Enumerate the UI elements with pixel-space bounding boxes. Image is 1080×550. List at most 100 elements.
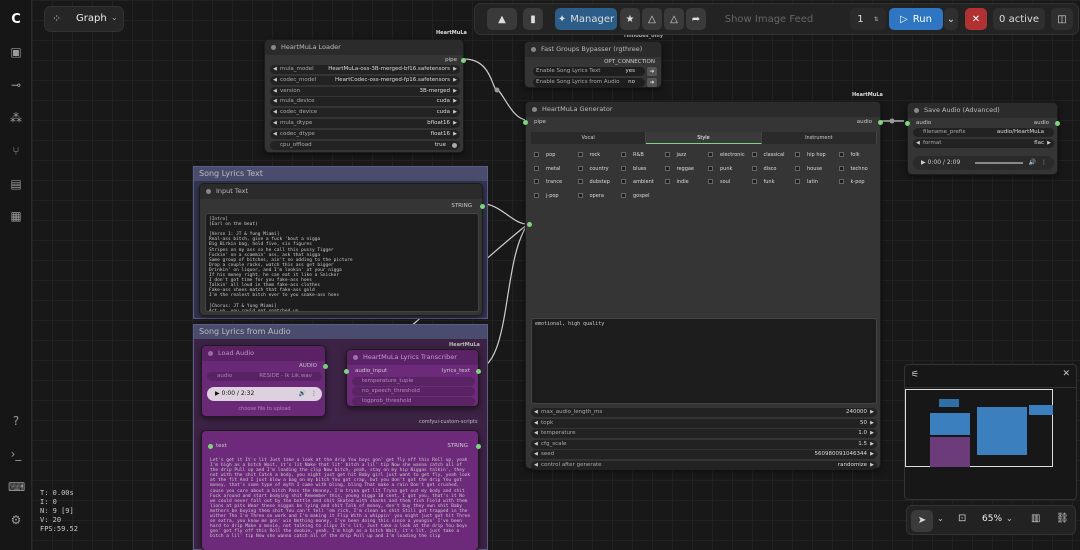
style-checkbox[interactable]: R&B bbox=[621, 152, 644, 158]
style-checkbox[interactable]: classical bbox=[751, 152, 785, 158]
tab-instrument[interactable]: Instrument bbox=[761, 132, 877, 144]
show-image-feed-toggle[interactable]: Show Image Feed bbox=[719, 8, 819, 30]
style-checkbox[interactable]: folk bbox=[838, 152, 860, 158]
input-slot[interactable] bbox=[208, 444, 213, 449]
minimap-settings-icon[interactable]: ⚟ bbox=[911, 370, 919, 380]
style-checkbox[interactable]: house bbox=[795, 165, 822, 172]
keyboard-icon[interactable]: ⌨ bbox=[8, 479, 25, 495]
style-checkbox[interactable]: j-pop bbox=[534, 192, 559, 199]
style-checkbox[interactable]: gospel bbox=[621, 192, 649, 199]
group-song-lyrics-audio[interactable]: Song Lyrics from Audio HeartMuLa Load Au… bbox=[193, 324, 488, 550]
share-icon[interactable]: ➦ bbox=[686, 8, 706, 30]
logo-icon[interactable]: ▲ bbox=[487, 8, 517, 30]
chevron-down-icon[interactable]: ⌄ bbox=[111, 13, 118, 22]
fast-groups-bypasser-node[interactable]: Fast Groups Bypasser (rgthree) OPT_CONNE… bbox=[524, 41, 662, 88]
style-checkbox[interactable]: latin bbox=[795, 179, 818, 185]
arrow-right-icon[interactable]: ➜ bbox=[647, 78, 657, 87]
style-checkbox[interactable]: soul bbox=[708, 179, 730, 185]
heartmula-loader-node[interactable]: HeartMuLa Loader pipe ◀ mula_model HeartMu… bbox=[264, 39, 466, 153]
toggle-enable-lyrics-audio[interactable]: Enable Song Lyrics from Audio no bbox=[533, 78, 645, 87]
chevron-down-icon[interactable]: ⌄ bbox=[1006, 514, 1013, 523]
audio-player[interactable]: ▶ 0:00 / 2:09 🔊 ⋮ bbox=[913, 156, 1054, 170]
bookmark-icon[interactable]: ▮ bbox=[523, 8, 543, 30]
load-audio-node[interactable]: Load Audio AUDIO audio RESIDE - Ik Lik.wa… bbox=[201, 345, 328, 417]
active-queue-button[interactable]: 0 active bbox=[993, 8, 1045, 30]
style-checkbox[interactable]: opera bbox=[577, 192, 604, 199]
style-checkbox[interactable]: pop bbox=[534, 152, 555, 158]
settings-gear-icon[interactable]: ⚙ bbox=[8, 512, 24, 528]
toggle-enable-lyrics-text[interactable]: Enable Song Lyrics Text yes bbox=[533, 67, 645, 76]
panel-toggle-icon[interactable]: ◫ bbox=[1051, 8, 1073, 30]
cancel-x-icon[interactable]: ✕ bbox=[965, 8, 987, 30]
audio-file-select[interactable]: audio RESIDE - Ik Lik.wav bbox=[207, 372, 322, 381]
heartmula-generator-node[interactable]: HeartMuLa Generator pipe audio Vocal Sty… bbox=[523, 101, 883, 470]
output-slot[interactable] bbox=[323, 364, 328, 369]
lyrics-transcriber-node[interactable]: HeartMuLa Lyrics Transcriber audio_input… bbox=[344, 349, 481, 407]
comfy-logo-icon[interactable]: C bbox=[8, 12, 24, 28]
triangle-alt-icon[interactable]: △ bbox=[664, 8, 684, 30]
transcribe-widget[interactable]: logprob_threshold bbox=[352, 397, 475, 406]
style-checkbox[interactable]: hip hop bbox=[795, 152, 826, 158]
style-checkbox[interactable]: electronic bbox=[708, 152, 745, 158]
templates-icon[interactable]: ▦ bbox=[8, 208, 24, 224]
loader-widget[interactable]: ◀ version 3B-merged ▶ bbox=[270, 86, 460, 96]
star-icon[interactable]: ★ bbox=[620, 8, 640, 30]
transcribe-widget[interactable]: temperature_tuple bbox=[352, 377, 475, 386]
triangle-icon[interactable]: △ bbox=[642, 8, 662, 30]
link-visibility-icon[interactable]: ⛓ bbox=[1056, 513, 1069, 524]
style-checkbox[interactable]: disco bbox=[751, 165, 776, 172]
help-icon[interactable]: ? bbox=[8, 413, 24, 429]
input-slot[interactable] bbox=[905, 121, 910, 126]
run-button[interactable]: ▷ Run bbox=[889, 8, 943, 30]
input-slot[interactable] bbox=[523, 120, 528, 125]
style-checkbox[interactable]: k-pop bbox=[838, 179, 865, 185]
style-checkbox[interactable]: metal bbox=[534, 165, 560, 172]
tab-style[interactable]: Style bbox=[646, 132, 762, 144]
fit-view-icon[interactable]: ⊡ bbox=[958, 513, 966, 524]
style-checkbox[interactable]: blues bbox=[621, 165, 646, 172]
close-icon[interactable]: ✕ bbox=[1062, 369, 1070, 379]
minimap[interactable]: ⚟ ✕ bbox=[904, 364, 1077, 500]
output-slot[interactable] bbox=[461, 58, 466, 63]
zoom-level[interactable]: 65% bbox=[982, 514, 1002, 524]
output-slot[interactable] bbox=[476, 444, 481, 449]
style-checkbox[interactable]: reggae bbox=[664, 165, 694, 172]
loader-widget[interactable]: ◀ mula_model HeartMuLa-oss-3B-merged-bf16.… bbox=[270, 65, 460, 74]
style-checkbox[interactable]: rock bbox=[577, 152, 600, 158]
style-checkbox[interactable]: funk bbox=[751, 179, 775, 185]
extensions-icon[interactable]: ⁂ bbox=[8, 110, 24, 126]
loader-widget[interactable]: ◀ codec_dtype float16 ▶ bbox=[270, 129, 460, 139]
loader-widget[interactable]: ◀ codec_device cuda ▶ bbox=[270, 108, 460, 118]
loader-widget[interactable]: ◀ mula_device cuda ▶ bbox=[270, 97, 460, 107]
style-checkbox[interactable]: indie bbox=[664, 179, 689, 185]
run-options-chevron-icon[interactable]: ⌄ bbox=[944, 8, 958, 30]
format-select[interactable]: ◀ format flac ▶ bbox=[913, 139, 1054, 148]
workflows-icon[interactable]: ⑂ bbox=[8, 143, 24, 159]
style-checkbox[interactable]: trance bbox=[534, 179, 562, 185]
group-song-lyrics-text[interactable]: Song Lyrics Text Input Text STRING [Intr… bbox=[193, 166, 488, 319]
select-pointer-icon[interactable]: ➤ bbox=[911, 510, 933, 532]
transcribe-widget[interactable]: no_speech_threshold bbox=[352, 387, 475, 396]
lyrics-input-slot[interactable] bbox=[527, 222, 532, 227]
output-slot[interactable] bbox=[476, 369, 481, 374]
style-checkbox[interactable]: dubstep bbox=[577, 179, 610, 185]
generator-widget[interactable]: ◀ topk 50 ▶ bbox=[531, 418, 877, 428]
style-checkbox[interactable]: country bbox=[577, 165, 609, 172]
style-checkbox[interactable]: techno bbox=[838, 165, 868, 172]
output-slot[interactable] bbox=[1055, 121, 1060, 126]
style-checkbox[interactable]: punk bbox=[708, 165, 732, 172]
show-text-node[interactable]: text STRING Let's get it It's lit Just t… bbox=[201, 430, 481, 550]
chevron-down-icon[interactable]: ⌄ bbox=[937, 514, 944, 523]
tab-vocal[interactable]: Vocal bbox=[531, 132, 647, 144]
generator-widget[interactable]: ◀ cfg_scale 1.5 ▶ bbox=[531, 439, 877, 449]
lyrics-textarea[interactable]: [Intro] (Earl on the beat) [Verse 1: JT … bbox=[205, 213, 479, 312]
input-text-node[interactable]: Input Text STRING [Intro] (Earl on the b… bbox=[199, 183, 485, 316]
save-audio-node[interactable]: Save Audio (Advanced) audio audio filena… bbox=[905, 102, 1060, 175]
upload-button[interactable]: choose file to upload bbox=[207, 406, 322, 412]
generator-widget[interactable]: ◀ max_audio_length_ms 240000 ▶ bbox=[531, 408, 877, 417]
graph-tab[interactable]: ⁘ Graph ⌄ bbox=[44, 6, 124, 32]
manager-button[interactable]: ✦ Manager bbox=[555, 8, 617, 30]
input-slot[interactable] bbox=[344, 369, 349, 374]
map-icon[interactable]: ▥ bbox=[1031, 513, 1040, 524]
images-icon[interactable]: ▣ bbox=[8, 44, 24, 60]
